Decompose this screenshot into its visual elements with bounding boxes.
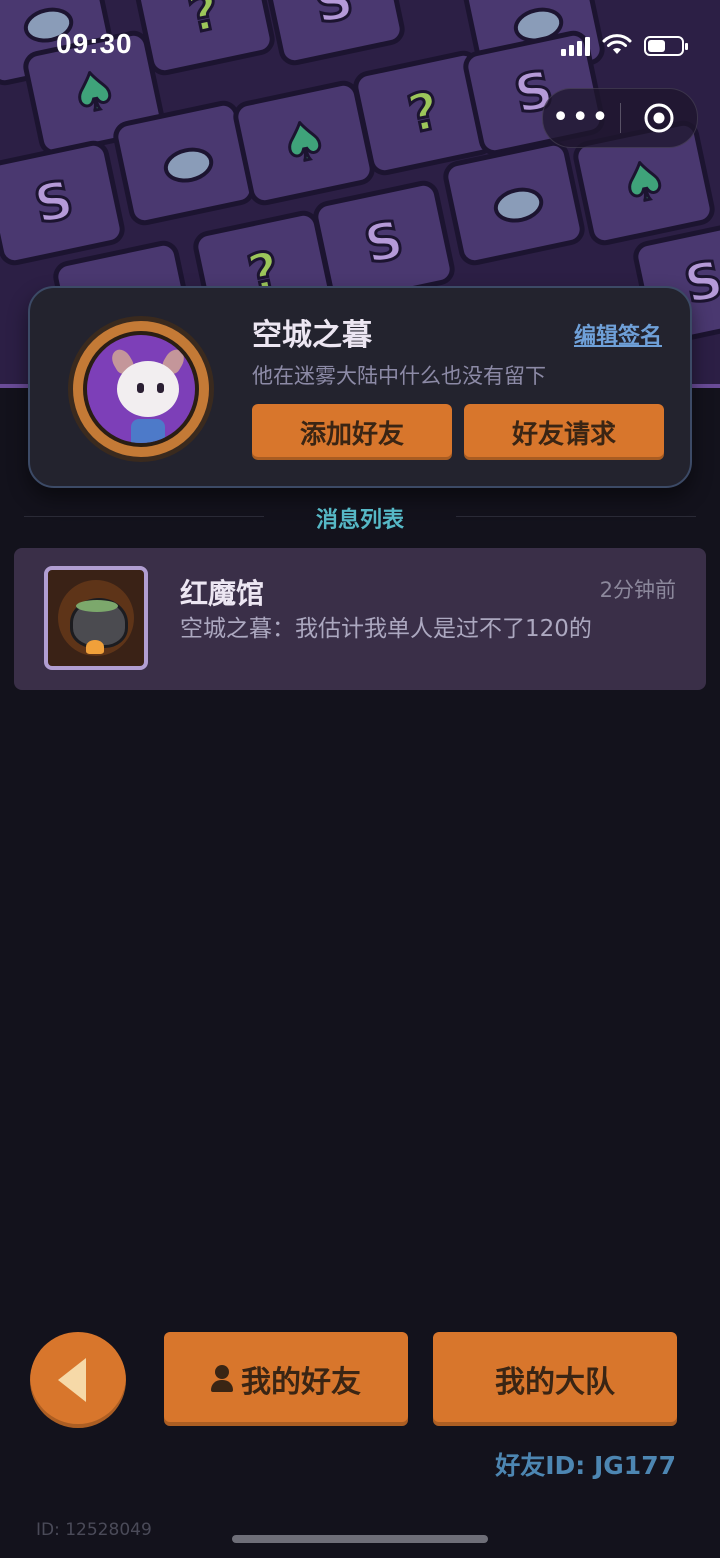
back-arrow-icon [58,1358,86,1402]
friend-id: 好友ID: JG177 [495,1451,676,1480]
avatar[interactable] [68,316,214,462]
message-list-title: 消息列表 [315,508,404,533]
message-title: 红魔馆 [180,577,265,610]
person-icon [211,1365,233,1393]
my-team-button[interactable]: 我的大队 [433,1332,677,1426]
cauldron-icon [44,566,148,670]
s-chest-icon: S [0,137,128,269]
profile-card: 空城之暮 编辑签名 他在迷雾大陆中什么也没有留下 添加好友 好友请求 [28,286,692,488]
status-icons [561,34,688,56]
friend-requests-button[interactable]: 好友请求 [464,404,664,460]
user-id: ID: 12528049 [36,1520,152,1540]
my-team-label: 我的大队 [495,1365,615,1400]
leaf-icon: ♠ [230,77,378,209]
close-target-icon[interactable] [621,101,698,135]
message-time: 2分钟前 [599,578,676,602]
battery-icon [644,36,688,56]
signal-icon [561,36,590,56]
wifi-icon [602,34,632,54]
add-friend-button[interactable]: 添加好友 [252,404,452,460]
list-item[interactable]: 红魔馆 2分钟前 空城之暮：我估计我单人是过不了120的 [14,548,706,690]
my-friends-label: 我的好友 [241,1365,361,1400]
status-time: 09:30 [56,28,133,59]
mini-program-capsule: ••• [542,88,698,148]
profile-signature: 他在迷雾大陆中什么也没有留下 [252,364,546,388]
s-chest-icon: S [260,0,408,69]
home-indicator[interactable] [232,1535,488,1543]
my-friends-button[interactable]: 我的好友 [164,1332,408,1426]
back-button[interactable] [30,1332,126,1428]
more-icon[interactable]: ••• [543,89,620,147]
message-preview: 空城之暮：我估计我单人是过不了120的 [180,616,592,642]
profile-name: 空城之暮 [252,318,372,353]
edit-signature-link[interactable]: 编辑签名 [574,318,662,350]
